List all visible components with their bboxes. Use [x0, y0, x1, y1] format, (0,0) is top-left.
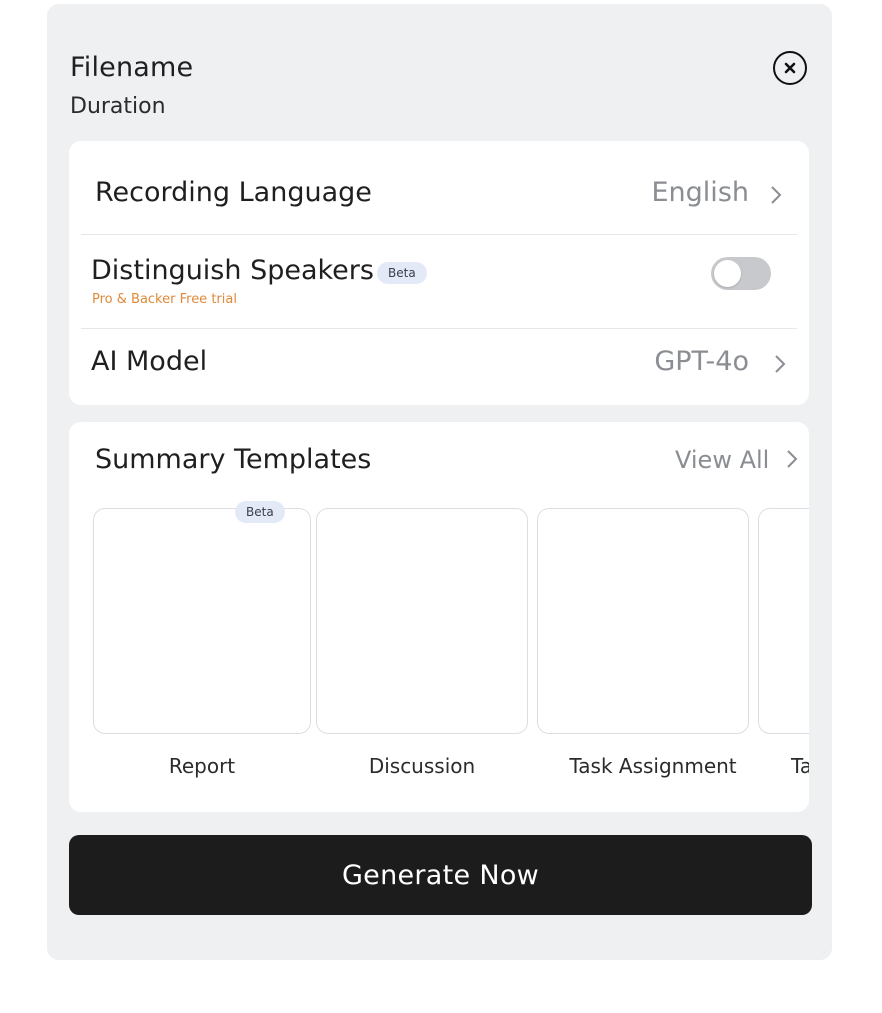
distinguish-speakers-label: Distinguish Speakers	[91, 255, 374, 286]
chevron-right-icon	[771, 186, 782, 204]
template-label-report: Report	[168, 754, 236, 778]
view-all-label: View All	[675, 446, 770, 474]
ai-model-row[interactable]: AI Model GPT-4o	[81, 329, 797, 405]
toggle-knob	[714, 260, 741, 287]
template-card-task-assignment[interactable]	[537, 508, 749, 734]
beta-badge: Beta	[377, 262, 427, 284]
template-card-partial[interactable]	[758, 508, 809, 734]
template-label-partial: Ta	[791, 754, 809, 778]
recording-language-row[interactable]: Recording Language English	[81, 141, 797, 233]
summary-templates-title: Summary Templates	[95, 444, 372, 475]
chevron-right-icon	[787, 450, 798, 468]
view-all-link[interactable]: View All	[675, 446, 798, 474]
template-label-task-assignment: Task Assignment	[569, 754, 737, 778]
template-card-report[interactable]	[93, 508, 311, 734]
recording-language-label: Recording Language	[95, 177, 372, 208]
distinguish-speakers-row: Distinguish Speakers Beta Pro & Backer F…	[81, 235, 797, 327]
distinguish-speakers-toggle[interactable]	[711, 257, 771, 290]
template-label-discussion: Discussion	[368, 754, 476, 778]
ai-model-value: GPT-4o	[654, 346, 749, 377]
generate-summary-panel: Filename Duration Recording Language Eng…	[47, 4, 832, 960]
close-button[interactable]	[773, 51, 807, 85]
ai-model-label: AI Model	[91, 346, 208, 377]
filename-title: Filename	[70, 52, 194, 83]
template-beta-badge: Beta	[235, 501, 285, 523]
settings-card: Recording Language English Distinguish S…	[69, 141, 809, 405]
duration-text: Duration	[70, 94, 166, 119]
recording-language-value: English	[651, 177, 750, 208]
template-card-discussion[interactable]	[316, 508, 528, 734]
generate-now-button[interactable]: Generate Now	[69, 835, 812, 915]
summary-templates-card: Summary Templates View All Beta Report D…	[69, 422, 809, 812]
pro-backer-trial-note: Pro & Backer Free trial	[92, 292, 237, 307]
chevron-right-icon	[775, 355, 786, 373]
close-icon	[784, 62, 796, 74]
